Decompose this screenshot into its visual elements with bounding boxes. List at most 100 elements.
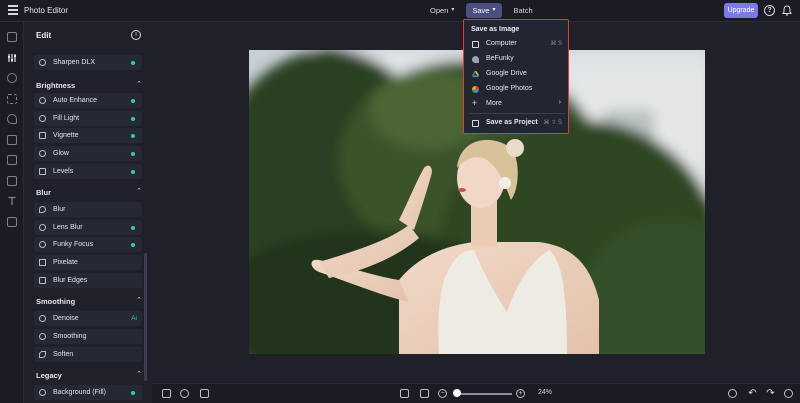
effects-icon[interactable] (7, 94, 17, 104)
google-drive-icon (472, 70, 479, 77)
status-dot (131, 98, 135, 103)
reset-icon[interactable] (784, 389, 793, 398)
plus-icon: + (472, 98, 478, 108)
open-label: Open (430, 6, 449, 15)
vignette-icon (39, 132, 46, 139)
zoom-in-icon[interactable]: + (516, 389, 525, 398)
status-dot (131, 225, 135, 230)
save-dropdown-menu: Save as Image Computer ⌘ S BeFunky Googl… (463, 19, 569, 134)
save-to-google-photos[interactable]: Google Photos (469, 82, 565, 96)
smoothing-icon (39, 333, 46, 340)
grid-icon[interactable] (200, 389, 209, 398)
menu-item-label: Computer (486, 40, 517, 47)
tool-item-levels[interactable]: Levels (34, 164, 142, 179)
tool-label: Denoise (53, 314, 79, 322)
panel-header: Edit i (24, 22, 152, 48)
actual-size-icon[interactable] (420, 389, 429, 398)
tool-item-lens-blur[interactable]: Lens Blur (34, 220, 142, 235)
tool-label: Blur (53, 205, 66, 213)
section-brightness[interactable]: Brightness ⌃ (36, 79, 142, 93)
eye-icon[interactable] (7, 73, 17, 83)
tool-item-vignette[interactable]: Vignette (34, 128, 142, 143)
tool-item-denoise[interactable]: Denoise Ai (34, 311, 142, 326)
tool-item-soften[interactable]: Soften (34, 347, 142, 362)
zoom-slider-track[interactable] (454, 393, 512, 395)
save-button[interactable]: Save ▾ (466, 3, 502, 18)
undo-icon[interactable]: ↶ (748, 389, 757, 399)
tool-label: Blur Edges (53, 276, 88, 284)
fit-screen-icon[interactable] (400, 389, 409, 398)
chevron-up-icon: ⌃ (136, 371, 142, 378)
frames-icon[interactable] (7, 135, 17, 145)
computer-icon (472, 40, 479, 48)
section-label: Brightness (36, 81, 76, 90)
section-blur[interactable]: Blur ⌃ (36, 186, 142, 200)
history-icon[interactable] (180, 389, 189, 398)
graphics-icon[interactable] (7, 155, 17, 165)
tool-item-fill-light[interactable]: Fill Light (34, 111, 142, 126)
section-label: Smoothing (36, 297, 76, 306)
tool-item-smoothing[interactable]: Smoothing (34, 329, 142, 344)
pixelate-icon (39, 259, 46, 266)
section-legacy[interactable]: Legacy ⌃ (36, 369, 142, 383)
image-tool-icon[interactable] (7, 32, 17, 42)
status-dot (131, 169, 135, 174)
save-to-computer[interactable]: Computer ⌘ S (469, 37, 565, 51)
fill-icon (39, 389, 46, 396)
ai-badge: Ai (131, 314, 137, 322)
hamburger-menu-icon[interactable] (8, 5, 18, 15)
edit-sliders-icon[interactable] (7, 53, 17, 63)
notification-bell-icon[interactable] (782, 5, 792, 16)
redo-icon[interactable]: ↷ (766, 389, 775, 399)
text-icon[interactable] (7, 196, 17, 206)
status-dot (131, 133, 135, 138)
tool-label: Sharpen DLX (53, 58, 96, 66)
panel-scrollbar[interactable] (144, 253, 147, 381)
textures-icon[interactable] (7, 217, 17, 227)
section-smoothing[interactable]: Smoothing ⌃ (36, 295, 142, 309)
compare-icon[interactable] (728, 389, 737, 398)
tool-item-sharpen-dlx[interactable]: Sharpen DLX (34, 55, 142, 70)
tool-label: Fill Light (53, 114, 80, 122)
tool-item-funky-focus[interactable]: Funky Focus (34, 237, 142, 252)
tool-item-blur-edges[interactable]: Blur Edges (34, 273, 142, 288)
shortcut-hint: ⌘ S (550, 41, 562, 47)
chevron-up-icon: ⌃ (136, 297, 142, 304)
layers-icon[interactable] (162, 389, 171, 398)
overlays-icon[interactable] (7, 176, 17, 186)
tool-label: Soften (53, 350, 74, 358)
tool-item-blur[interactable]: Blur (34, 202, 142, 217)
artsy-icon[interactable] (7, 114, 17, 124)
lens-icon (39, 224, 46, 231)
menu-divider (469, 113, 565, 114)
google-photos-icon (472, 85, 479, 93)
save-as-project[interactable]: Save as Project ⌘ ⇧ S (469, 116, 565, 130)
chevron-down-icon: ▾ (492, 7, 496, 13)
tool-label: Glow (53, 149, 69, 157)
tool-item-glow[interactable]: Glow (34, 146, 142, 161)
help-icon[interactable]: ? (764, 5, 775, 16)
menu-item-label: Google Photos (486, 85, 533, 92)
tool-item-auto-enhance[interactable]: Auto Enhance (34, 93, 142, 108)
zoom-out-icon[interactable]: − (438, 389, 447, 398)
top-bar: Photo Editor Open ▾ Save ▾ Batch Upgrade ? (0, 0, 800, 22)
upgrade-button[interactable]: Upgrade (724, 3, 758, 18)
info-icon[interactable]: i (131, 30, 141, 40)
save-as-image-heading: Save as Image (471, 26, 520, 33)
open-button[interactable]: Open ▾ (424, 3, 460, 18)
zoom-slider-thumb[interactable] (453, 389, 461, 397)
drop-icon (39, 206, 46, 213)
tool-label: Pixelate (53, 258, 78, 266)
tool-label: Auto Enhance (53, 96, 97, 104)
status-dot (131, 390, 135, 395)
save-to-befunky[interactable]: BeFunky (469, 52, 565, 66)
tool-item-background-fill[interactable]: Background (Fill) (34, 385, 142, 400)
save-more[interactable]: + More › (469, 97, 565, 111)
app-title: Photo Editor (24, 6, 69, 15)
batch-button[interactable]: Batch (508, 3, 539, 18)
save-to-google-drive[interactable]: Google Drive (469, 67, 565, 81)
menu-item-label: Save as Project (486, 119, 538, 126)
blur-edges-icon (39, 277, 46, 284)
glow-icon (39, 150, 46, 157)
tool-item-pixelate[interactable]: Pixelate (34, 255, 142, 270)
